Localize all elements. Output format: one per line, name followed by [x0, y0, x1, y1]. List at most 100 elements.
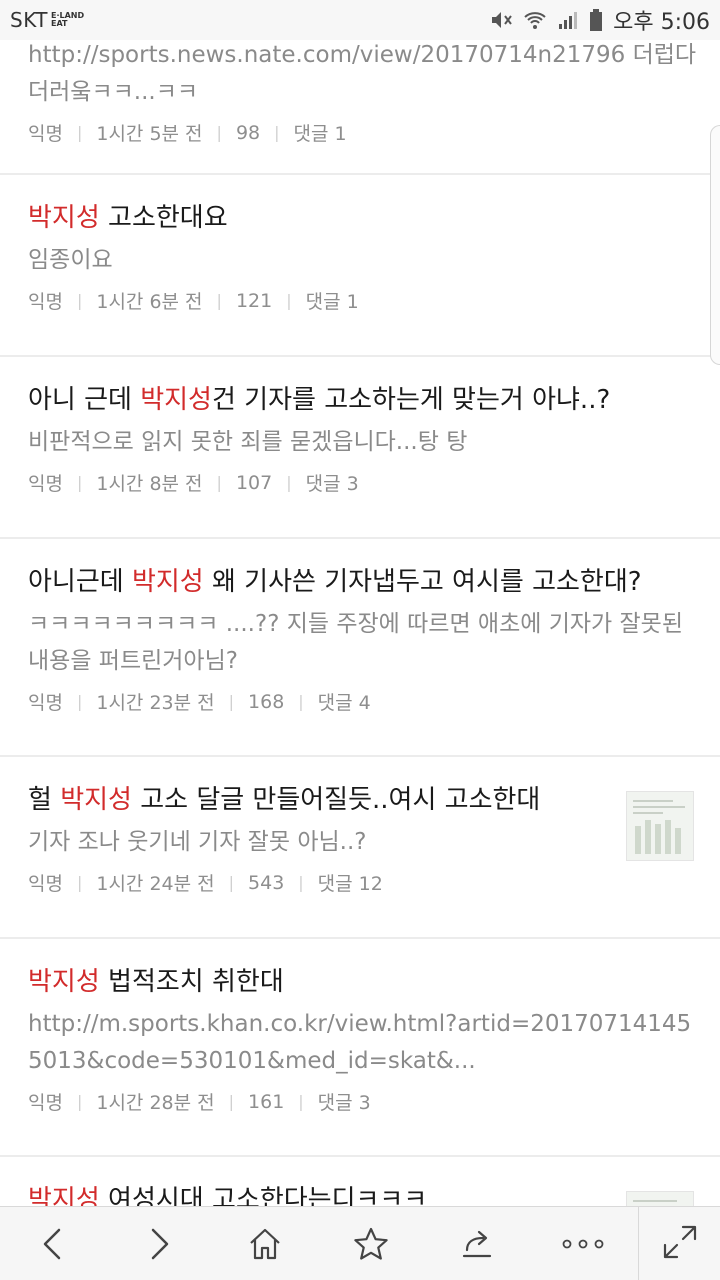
post-meta: 익명 | 1시간 6분 전 | 121 | 댓글 1	[28, 287, 692, 314]
status-clock: 5:06	[660, 10, 710, 35]
back-icon	[39, 1226, 67, 1262]
title-highlight: 박지성	[131, 567, 204, 597]
post-meta: 익명 | 1시간 8분 전 | 107 | 댓글 3	[28, 469, 692, 496]
post-meta: 익명 | 1시간 24분 전 | 543 | 댓글 12	[28, 869, 692, 896]
post-author: 익명	[28, 291, 63, 313]
title-text: 고소한대요	[99, 203, 228, 233]
title-text: 고소 달글 만들어질듯..여시 고소한대	[131, 785, 541, 815]
browser-toolbar	[0, 1206, 720, 1280]
meta-separator: |	[76, 473, 83, 492]
fullscreen-button[interactable]	[639, 1207, 720, 1280]
post-meta: 익명 | 1시간 5분 전 | 98 | 댓글 1	[28, 119, 692, 146]
post-views: 121	[235, 289, 273, 312]
post-views: 161	[248, 1090, 285, 1113]
meta-separator: |	[274, 123, 280, 142]
post-comments: 댓글 4	[317, 692, 371, 714]
carrier-logo-bottom: EAT	[50, 19, 68, 28]
carrier-logo: E·LAND EAT	[51, 12, 84, 28]
title-highlight: 박지성	[28, 203, 100, 233]
post-time: 1시간 5분 전	[96, 123, 203, 145]
meta-separator: |	[76, 1092, 83, 1111]
post-item[interactable]: 박지성 고소한대요 임종이요 익명 | 1시간 6분 전 | 121 | 댓글 …	[0, 175, 720, 357]
post-title: 헐 박지성 고소 달글 만들어질듯..여시 고소한대	[28, 782, 608, 818]
title-highlight: 박지성	[28, 967, 100, 997]
post-preview: 임종이요	[28, 247, 113, 273]
carrier-name: SKT	[10, 8, 48, 32]
post-item[interactable]: 헐 박지성 고소 달글 만들어질듯..여시 고소한대 기자 조나 웃기네 기자 …	[0, 757, 720, 939]
status-bar: SKT E·LAND EAT 오후 5:06	[0, 0, 720, 40]
home-icon	[247, 1226, 283, 1262]
meta-separator: |	[286, 291, 292, 310]
post-preview: ㅋㅋㅋㅋㅋㅋㅋㅋㅋ ....?? 지들 주장에 따르면 애초에 기자가 잘못된 …	[28, 611, 683, 674]
post-preview: http://m.sports.khan.co.kr/view.html?art…	[28, 1011, 692, 1074]
more-button[interactable]	[530, 1207, 636, 1280]
post-item[interactable]: 박지성 여성시대 고소한다는디ㅋㅋㅋ	[0, 1157, 720, 1206]
post-meta: 익명 | 1시간 28분 전 | 161 | 댓글 3	[28, 1088, 692, 1115]
title-highlight: 박지성	[60, 785, 132, 815]
meta-separator: |	[76, 873, 83, 892]
meta-separator: |	[228, 692, 235, 711]
meta-separator: |	[76, 123, 83, 142]
title-text: 건 기자를 고소하는게 맞는거 아냐..?	[211, 385, 611, 415]
meta-separator: |	[286, 473, 292, 492]
post-views: 543	[248, 871, 285, 894]
scroll-handle[interactable]	[710, 125, 720, 365]
meta-separator: |	[228, 1092, 235, 1111]
post-time: 1시간 23분 전	[96, 692, 215, 714]
signal-icon	[557, 9, 579, 31]
post-item[interactable]: 박지성 법적조치 취한대 http://m.sports.khan.co.kr/…	[0, 939, 720, 1157]
post-views: 168	[248, 690, 285, 713]
status-time: 오후 5:06	[613, 4, 710, 36]
home-button[interactable]	[212, 1207, 318, 1280]
meta-separator: |	[216, 473, 222, 492]
post-time: 1시간 24분 전	[96, 873, 215, 895]
post-views: 107	[235, 471, 273, 494]
status-ampm: 오후	[613, 10, 654, 35]
meta-separator: |	[76, 692, 83, 711]
back-button[interactable]	[0, 1207, 106, 1280]
post-comments: 댓글 1	[293, 123, 347, 145]
post-author: 익명	[28, 473, 63, 495]
meta-separator: |	[216, 291, 222, 310]
post-preview: 비판적으로 읽지 못한 죄를 묻겠읍니다...탕 탕	[28, 429, 468, 455]
post-thumbnail[interactable]	[626, 791, 694, 861]
forward-icon	[145, 1226, 173, 1262]
wifi-icon	[523, 9, 547, 31]
post-preview: http://sports.news.nate.com/view/2017071…	[28, 42, 697, 105]
post-comments: 댓글 3	[305, 473, 359, 495]
post-time: 1시간 28분 전	[96, 1092, 215, 1114]
title-text: 헐	[28, 785, 61, 815]
post-comments: 댓글 1	[305, 291, 359, 313]
post-item[interactable]: http://sports.news.nate.com/view/2017071…	[0, 40, 720, 175]
title-highlight: 박지성	[140, 385, 212, 415]
post-thumbnail[interactable]	[626, 1191, 694, 1206]
post-author: 익명	[28, 1092, 63, 1114]
meta-separator: |	[298, 873, 304, 892]
post-comments: 댓글 12	[317, 873, 383, 895]
meta-separator: |	[298, 1092, 304, 1111]
meta-separator: |	[298, 692, 304, 711]
post-time: 1시간 8분 전	[96, 473, 203, 495]
share-button[interactable]	[424, 1207, 530, 1280]
meta-separator: |	[228, 873, 235, 892]
title-text: 여성시대 고소한다는디ㅋㅋㅋ	[99, 1185, 428, 1206]
post-title: 아니근데 박지성 왜 기사쓴 기자냅두고 여시를 고소한대?	[28, 564, 692, 600]
meta-separator: |	[76, 291, 83, 310]
bookmark-button[interactable]	[318, 1207, 424, 1280]
post-title: 박지성 고소한대요	[28, 200, 692, 236]
title-text: 아니 근데	[28, 385, 141, 415]
title-text: 아니근데	[28, 567, 132, 597]
post-item[interactable]: 아니 근데 박지성건 기자를 고소하는게 맞는거 아냐..? 비판적으로 읽지 …	[0, 357, 720, 539]
bookmark-star-icon	[352, 1226, 390, 1262]
title-text: 왜 기사쓴 기자냅두고 여시를 고소한대?	[203, 567, 642, 597]
post-meta: 익명 | 1시간 23분 전 | 168 | 댓글 4	[28, 688, 692, 715]
post-views: 98	[235, 121, 261, 144]
post-author: 익명	[28, 692, 63, 714]
post-item[interactable]: 아니근데 박지성 왜 기사쓴 기자냅두고 여시를 고소한대? ㅋㅋㅋㅋㅋㅋㅋㅋㅋ…	[0, 539, 720, 757]
post-author: 익명	[28, 123, 63, 145]
post-title: 박지성 여성시대 고소한다는디ㅋㅋㅋ	[28, 1182, 608, 1206]
post-preview: 기자 조나 웃기네 기자 잘못 아님..?	[28, 829, 367, 855]
forward-button[interactable]	[106, 1207, 212, 1280]
battery-icon	[589, 8, 603, 32]
post-title: 아니 근데 박지성건 기자를 고소하는게 맞는거 아냐..?	[28, 382, 692, 418]
